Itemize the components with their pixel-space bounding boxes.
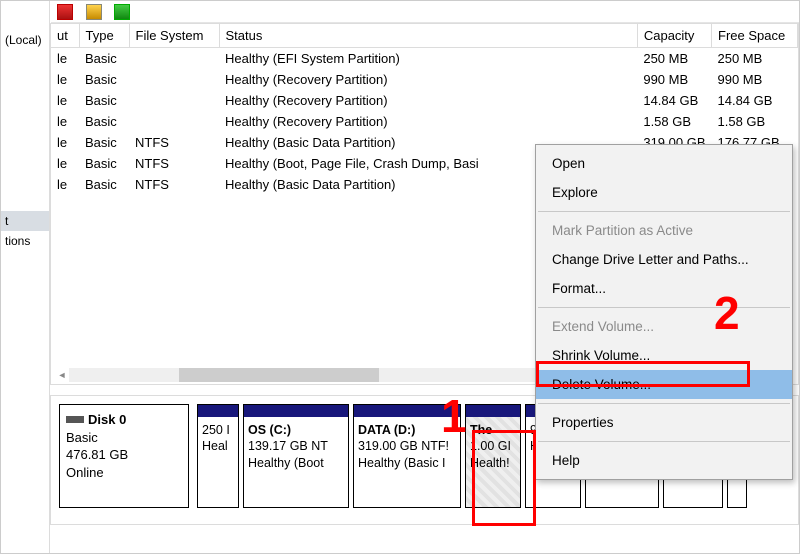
cell-type: Basic — [79, 90, 129, 111]
partition-name: DATA (D:) — [358, 422, 456, 438]
toolbar-icon[interactable] — [86, 4, 102, 20]
cell-type: Basic — [79, 48, 129, 70]
col-capacity[interactable]: Capacity — [637, 24, 711, 48]
cell-fs — [129, 48, 219, 70]
disk-name: Disk 0 — [88, 412, 126, 427]
menu-change-letter[interactable]: Change Drive Letter and Paths... — [536, 245, 792, 274]
cell-cap: 250 MB — [637, 48, 711, 70]
menu-properties[interactable]: Properties — [536, 408, 792, 437]
partition-color-bar — [354, 405, 460, 417]
partition-status: Healthy (Boot — [248, 455, 344, 471]
cell-status: Healthy (Recovery Partition) — [219, 111, 637, 132]
cell-free: 250 MB — [712, 48, 798, 70]
col-status[interactable]: Status — [219, 24, 637, 48]
table-row[interactable]: leBasicHealthy (Recovery Partition)990 M… — [51, 69, 798, 90]
cell-fs: NTFS — [129, 174, 219, 195]
col-layout[interactable]: ut — [51, 24, 79, 48]
col-freespace[interactable]: Free Space — [712, 24, 798, 48]
partition-size: 139.17 GB NT — [248, 438, 344, 454]
tree-root-label[interactable]: (Local) — [1, 29, 49, 51]
partition-size: 1.00 GI — [470, 438, 516, 454]
cell-type: Basic — [79, 132, 129, 153]
cell-layout: le — [51, 132, 79, 153]
menu-extend: Extend Volume... — [536, 312, 792, 341]
cell-free: 14.84 GB — [712, 90, 798, 111]
cell-layout: le — [51, 90, 79, 111]
cell-layout: le — [51, 48, 79, 70]
cell-layout: le — [51, 69, 79, 90]
cell-type: Basic — [79, 111, 129, 132]
partition-block[interactable]: The1.00 GIHealth! — [465, 404, 521, 508]
partition-status: Heal — [202, 438, 234, 454]
cell-layout: le — [51, 111, 79, 132]
cell-fs: NTFS — [129, 153, 219, 174]
cell-cap: 1.58 GB — [637, 111, 711, 132]
menu-explore[interactable]: Explore — [536, 178, 792, 207]
tree-item[interactable]: t — [1, 211, 49, 231]
hdd-icon — [66, 416, 84, 423]
cell-free: 990 MB — [712, 69, 798, 90]
menu-help[interactable]: Help — [536, 446, 792, 475]
scroll-thumb[interactable] — [179, 368, 379, 382]
cell-free: 1.58 GB — [712, 111, 798, 132]
col-type[interactable]: Type — [79, 24, 129, 48]
cell-status: Healthy (Recovery Partition) — [219, 90, 637, 111]
partition-block[interactable]: DATA (D:)319.00 GB NTF!Healthy (Basic I — [353, 404, 461, 508]
partition-block[interactable]: 250 IHeal — [197, 404, 239, 508]
context-menu: Open Explore Mark Partition as Active Ch… — [535, 144, 793, 480]
menu-open[interactable]: Open — [536, 149, 792, 178]
cell-cap: 14.84 GB — [637, 90, 711, 111]
table-header-row: ut Type File System Status Capacity Free… — [51, 24, 798, 48]
cell-cap: 990 MB — [637, 69, 711, 90]
partition-color-bar — [198, 405, 238, 417]
cell-type: Basic — [79, 174, 129, 195]
col-filesystem[interactable]: File System — [129, 24, 219, 48]
table-row[interactable]: leBasicHealthy (Recovery Partition)1.58 … — [51, 111, 798, 132]
disk-management-window: { "leftnav": { "header": "(Local)", "ite… — [0, 0, 800, 554]
cell-fs — [129, 90, 219, 111]
scroll-left-icon[interactable]: ◄ — [55, 368, 69, 382]
cell-status: Healthy (EFI System Partition) — [219, 48, 637, 70]
toolbar — [51, 1, 799, 23]
partition-status: Health! — [470, 455, 516, 471]
cell-layout: le — [51, 174, 79, 195]
partition-size: 250 I — [202, 422, 234, 438]
cell-type: Basic — [79, 153, 129, 174]
cell-type: Basic — [79, 69, 129, 90]
menu-format[interactable]: Format... — [536, 274, 792, 303]
menu-shrink[interactable]: Shrink Volume... — [536, 341, 792, 370]
partition-size: 319.00 GB NTF! — [358, 438, 456, 454]
disk-type: Basic — [66, 429, 182, 447]
partition-name: OS (C:) — [248, 422, 344, 438]
disk-label-box[interactable]: Disk 0 Basic 476.81 GB Online — [59, 404, 189, 508]
partition-block[interactable]: OS (C:)139.17 GB NTHealthy (Boot — [243, 404, 349, 508]
cell-fs — [129, 69, 219, 90]
disk-state: Online — [66, 464, 182, 482]
partition-name: The — [470, 422, 516, 438]
partition-color-bar — [244, 405, 348, 417]
cell-fs: NTFS — [129, 132, 219, 153]
tree-item[interactable]: tions — [1, 231, 49, 251]
toolbar-icon[interactable] — [57, 4, 73, 20]
cell-status: Healthy (Recovery Partition) — [219, 69, 637, 90]
partition-color-bar — [466, 405, 520, 417]
toolbar-icon[interactable] — [114, 4, 130, 20]
table-row[interactable]: leBasicHealthy (Recovery Partition)14.84… — [51, 90, 798, 111]
menu-delete-volume[interactable]: Delete Volume... — [536, 370, 792, 399]
table-row[interactable]: leBasicHealthy (EFI System Partition)250… — [51, 48, 798, 70]
disk-size: 476.81 GB — [66, 446, 182, 464]
menu-mark-active: Mark Partition as Active — [536, 216, 792, 245]
partition-status: Healthy (Basic I — [358, 455, 456, 471]
cell-fs — [129, 111, 219, 132]
left-tree[interactable]: (Local) t tions — [1, 1, 50, 553]
cell-layout: le — [51, 153, 79, 174]
